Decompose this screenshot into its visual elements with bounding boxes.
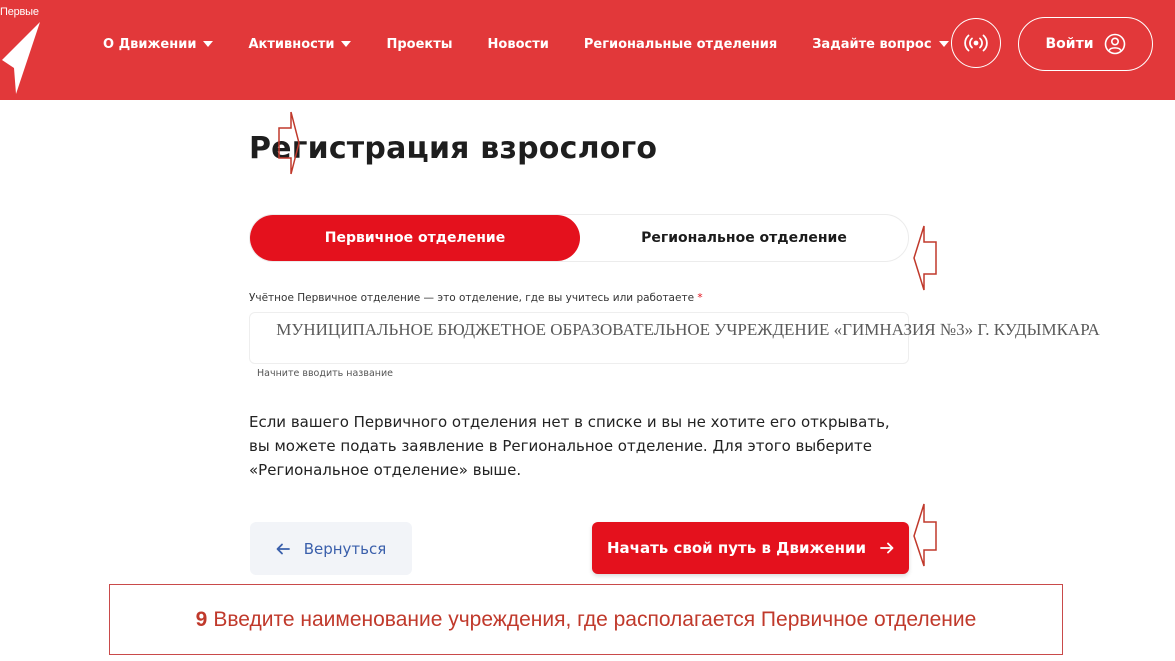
nav-item-activities[interactable]: Активности <box>248 37 352 52</box>
page-title: Регистрация взрослого <box>249 131 658 166</box>
chevron-down-icon <box>938 41 949 47</box>
back-button-label: Вернуться <box>303 539 387 558</box>
start-button-label: Начать свой путь в Движении <box>606 539 867 557</box>
tab-regional-department[interactable]: Региональное отделение <box>580 215 908 261</box>
tab-primary-department[interactable]: Первичное отделение <box>250 215 580 261</box>
annotation-arrow-icon <box>913 225 937 291</box>
start-journey-button[interactable]: Начать свой путь в Движении <box>592 522 909 574</box>
logo-arrow-icon <box>2 22 40 94</box>
login-label: Войти <box>1045 36 1094 52</box>
chevron-down-icon <box>203 41 214 47</box>
instruction-step-number: 9 <box>195 607 208 631</box>
nav-item-ask-question[interactable]: Задайте вопрос <box>812 37 949 52</box>
site-header: Первые О Движении Активности Проекты Нов… <box>0 0 1175 100</box>
annotation-arrow-icon <box>913 503 937 567</box>
department-input-hint: Начните вводить название <box>257 368 394 379</box>
required-mark: * <box>697 292 703 304</box>
department-tabs: Первичное отделение Региональное отделен… <box>249 214 909 262</box>
user-icon <box>1104 33 1125 55</box>
arrow-left-icon <box>276 543 290 554</box>
main-nav: О Движении Активности Проекты Новости Ре… <box>103 34 984 54</box>
department-input-value: МУНИЦИПАЛЬНОЕ БЮДЖЕТНОЕ ОБРАЗОВАТЕЛЬНОЕ … <box>276 320 1100 339</box>
info-text: Если вашего Первичного отделения нет в с… <box>249 413 890 479</box>
back-button[interactable]: Вернуться <box>250 522 412 575</box>
instruction-banner: 9 Введите наименование учреждения, где р… <box>109 584 1063 655</box>
instruction-text: Введите наименование учреждения, где рас… <box>213 607 977 631</box>
login-button[interactable]: Войти <box>1018 17 1153 71</box>
broadcast-icon <box>964 34 988 52</box>
nav-item-regional[interactable]: Региональные отделения <box>584 37 777 52</box>
nav-item-projects[interactable]: Проекты <box>386 37 452 52</box>
department-field-label: Учётное Первичное отделение — это отделе… <box>249 292 703 304</box>
logo-text: Первые <box>0 6 39 18</box>
broadcast-button[interactable] <box>951 18 1001 68</box>
chevron-down-icon <box>341 41 352 47</box>
annotation-arrow-icon <box>278 111 300 175</box>
nav-item-news[interactable]: Новости <box>488 37 549 52</box>
arrow-right-icon <box>880 542 894 554</box>
nav-item-about[interactable]: О Движении <box>103 37 214 52</box>
logo[interactable]: Первые <box>0 0 60 100</box>
